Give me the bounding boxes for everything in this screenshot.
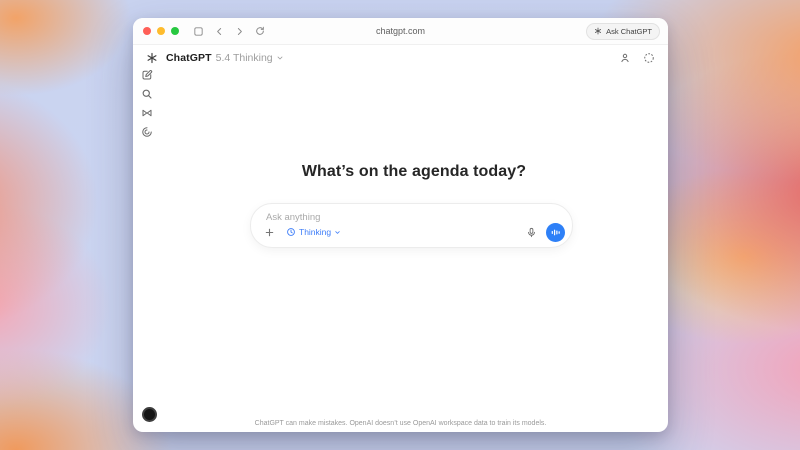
voice-mode-icon — [550, 227, 561, 238]
temporary-chat-icon[interactable] — [643, 52, 655, 64]
thinking-label: Thinking — [299, 227, 331, 237]
thinking-mode-chip[interactable]: Thinking — [286, 227, 341, 237]
search-icon[interactable] — [138, 87, 156, 101]
chevron-down-icon — [276, 54, 284, 62]
chatgpt-header: ChatGPT 5.4 Thinking — [133, 45, 668, 71]
sidebar-rail — [133, 68, 160, 139]
ask-chatgpt-label: Ask ChatGPT — [606, 27, 652, 36]
composer-toolbar: Thinking — [264, 222, 565, 242]
plus-icon[interactable] — [264, 227, 275, 238]
ask-chatgpt-button[interactable]: Ask ChatGPT — [586, 23, 660, 40]
tab-overview-icon[interactable] — [193, 26, 204, 37]
person-icon[interactable] — [619, 52, 631, 64]
chevron-down-icon — [334, 229, 341, 236]
back-icon[interactable] — [215, 27, 224, 36]
traffic-lights — [143, 27, 179, 35]
openai-logo-icon — [594, 27, 602, 35]
browser-window: chatgpt.com Ask ChatGPT ChatGPT 5.4 Thin… — [133, 18, 668, 432]
forward-icon[interactable] — [235, 27, 244, 36]
close-window-button[interactable] — [143, 27, 151, 35]
composer: Thinking — [250, 203, 573, 248]
library-icon[interactable] — [138, 106, 156, 120]
model-picker[interactable]: ChatGPT 5.4 Thinking — [146, 52, 284, 64]
browser-titlebar: chatgpt.com Ask ChatGPT — [133, 18, 668, 45]
openai-logo-icon — [146, 52, 158, 64]
model-label: 5.4 Thinking — [216, 52, 273, 64]
minimize-window-button[interactable] — [157, 27, 165, 35]
disclaimer-text: ChatGPT can make mistakes. OpenAI doesn’… — [133, 420, 668, 427]
app-title: ChatGPT — [166, 52, 212, 64]
sora-icon[interactable] — [138, 125, 156, 139]
zoom-window-button[interactable] — [171, 27, 179, 35]
reload-icon[interactable] — [255, 26, 265, 36]
mic-icon[interactable] — [526, 227, 537, 238]
voice-mode-button[interactable] — [546, 223, 565, 242]
clock-icon — [286, 227, 296, 237]
greeting-heading: What’s on the agenda today? — [160, 163, 668, 181]
new-chat-icon[interactable] — [138, 68, 156, 82]
